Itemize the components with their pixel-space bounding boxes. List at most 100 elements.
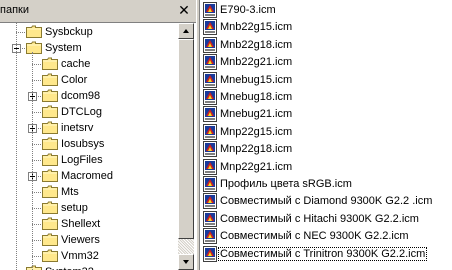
color-profile-icon xyxy=(203,210,217,227)
tree-item-label: System32 xyxy=(45,266,94,270)
tree-item[interactable]: Iosubsys xyxy=(0,136,178,152)
file-name: Профиль цвета sRGB.icm xyxy=(220,178,352,190)
file-item[interactable]: Mnb22g21.icm xyxy=(200,53,452,71)
tree-item[interactable]: System32 xyxy=(0,264,178,270)
tree-item-label: Viewers xyxy=(61,234,100,246)
tree-item-label: Color xyxy=(61,74,88,86)
folder-icon xyxy=(42,201,58,214)
tree-item[interactable]: System xyxy=(0,40,178,56)
file-name: Mnp22g15.icm xyxy=(220,125,293,138)
close-pane-icon[interactable]: ✕ xyxy=(177,4,191,18)
folder-icon xyxy=(42,121,58,134)
color-profile-icon xyxy=(203,123,217,140)
file-name: Mnp22g18.icm xyxy=(220,143,293,156)
file-item[interactable]: Mnb22g18.icm xyxy=(200,36,452,54)
tree-item[interactable]: Sysbckup xyxy=(0,24,178,40)
tree-item[interactable]: LogFiles xyxy=(0,152,178,168)
file-item[interactable]: Совместимый с Diamond 9300K G2.2 .icm xyxy=(200,192,452,210)
scroll-thumb[interactable] xyxy=(178,39,194,239)
tree-guide-line xyxy=(32,52,33,270)
folder-icon xyxy=(42,249,58,262)
file-name: Mnebug18.icm xyxy=(220,91,293,103)
tree-item[interactable]: Macromed xyxy=(0,168,178,184)
file-item[interactable]: Mnebug15.icm xyxy=(200,71,452,89)
file-item[interactable]: Mnebug18.icm xyxy=(200,88,452,106)
file-item[interactable]: Mnebug21.icm xyxy=(200,105,452,123)
folder-icon xyxy=(26,25,42,38)
tree-item-label: cache xyxy=(61,58,91,70)
folder-tree: Sysbckup System cache Color dcom98 DTCLog inet… xyxy=(0,23,178,270)
color-profile-icon xyxy=(203,2,217,18)
file-item[interactable]: Совместимый с NEC 9300K G2.2.icm xyxy=(200,227,452,245)
tree-item[interactable]: Vmm32 xyxy=(0,248,178,264)
tree-connector xyxy=(16,32,25,33)
file-name: Совместимый с Diamond 9300K G2.2 .icm xyxy=(220,195,433,208)
file-name: Mnp22g21.icm xyxy=(220,160,293,173)
tree-connector xyxy=(32,192,41,193)
tree-item-label: Sysbckup xyxy=(45,26,93,38)
tree-guide-line xyxy=(16,23,17,270)
file-item[interactable]: Совместимый с Trinitron 9300K G2.2.icm xyxy=(200,245,452,263)
tree-item[interactable]: Color xyxy=(0,72,178,88)
tree-connector xyxy=(32,240,41,241)
file-name: E790-3.icm xyxy=(220,4,276,16)
tree-connector xyxy=(32,64,41,65)
folder-tree-pane: папки ✕ Sysbckup System cache Color dcom98 DT… xyxy=(0,0,196,270)
tree-connector xyxy=(32,208,41,209)
tree-item[interactable]: Shellext xyxy=(0,216,178,232)
folder-icon xyxy=(42,185,58,198)
tree-item-label: Mts xyxy=(61,186,79,198)
folder-icon xyxy=(26,265,42,270)
file-name: Совместимый с Trinitron 9300K G2.2.icm xyxy=(217,246,428,261)
pane-title: папки xyxy=(0,4,29,16)
file-item[interactable]: Совместимый с Hitachi 9300K G2.2.icm xyxy=(200,210,452,228)
tree-connector xyxy=(32,224,41,225)
folder-icon xyxy=(26,41,42,54)
tree-item[interactable]: dcom98 xyxy=(0,88,178,104)
tree-item[interactable]: cache xyxy=(0,56,178,72)
folder-icon xyxy=(42,73,58,86)
color-profile-icon xyxy=(203,141,217,158)
arrow-up-icon xyxy=(183,29,189,33)
tree-item[interactable]: Mts xyxy=(0,184,178,200)
file-name: Mnebug21.icm xyxy=(220,108,293,121)
file-name: Mnb22g15.icm xyxy=(220,21,293,34)
tree-item[interactable]: inetsrv xyxy=(0,120,178,136)
file-name: Совместимый с Hitachi 9300K G2.2.icm xyxy=(220,212,419,225)
folder-icon xyxy=(42,57,58,70)
tree-connector xyxy=(32,144,41,145)
tree-item[interactable]: Viewers xyxy=(0,232,178,248)
color-profile-icon xyxy=(203,245,217,262)
tree-connector xyxy=(32,80,41,81)
file-item[interactable]: E790-3.icm xyxy=(200,1,452,19)
scroll-down-button[interactable] xyxy=(178,254,194,270)
color-profile-icon xyxy=(203,54,217,71)
file-item[interactable]: Mnp22g15.icm xyxy=(200,123,452,141)
file-item[interactable]: Профиль цвета sRGB.icm xyxy=(200,175,452,193)
folder-icon xyxy=(42,233,58,246)
tree-item[interactable]: setup xyxy=(0,200,178,216)
tree-connector xyxy=(32,256,41,257)
color-profile-icon xyxy=(203,89,217,105)
tree-scrollbar[interactable] xyxy=(178,23,194,270)
file-name: Mnb22g21.icm xyxy=(220,56,293,69)
scroll-up-button[interactable] xyxy=(178,23,194,39)
folder-icon xyxy=(42,137,58,150)
arrow-down-icon xyxy=(183,260,189,264)
color-profile-icon xyxy=(203,19,217,36)
tree-item-label: Vmm32 xyxy=(61,250,99,262)
file-item[interactable]: Mnp22g21.icm xyxy=(200,158,452,176)
tree-item-label: inetsrv xyxy=(61,122,94,134)
folder-icon xyxy=(42,105,58,118)
file-name: Mnb22g18.icm xyxy=(220,38,293,51)
tree-connector xyxy=(32,160,41,161)
file-item[interactable]: Mnp22g18.icm xyxy=(200,140,452,158)
tree-item-label: Shellext xyxy=(61,218,101,230)
tree-item-label: LogFiles xyxy=(61,154,103,166)
folder-icon xyxy=(42,89,58,102)
file-name: Mnebug15.icm xyxy=(220,73,293,86)
tree-item-label: DTCLog xyxy=(61,106,102,118)
tree-connector xyxy=(32,112,41,113)
file-item[interactable]: Mnb22g15.icm xyxy=(200,18,452,36)
tree-item[interactable]: DTCLog xyxy=(0,104,178,120)
